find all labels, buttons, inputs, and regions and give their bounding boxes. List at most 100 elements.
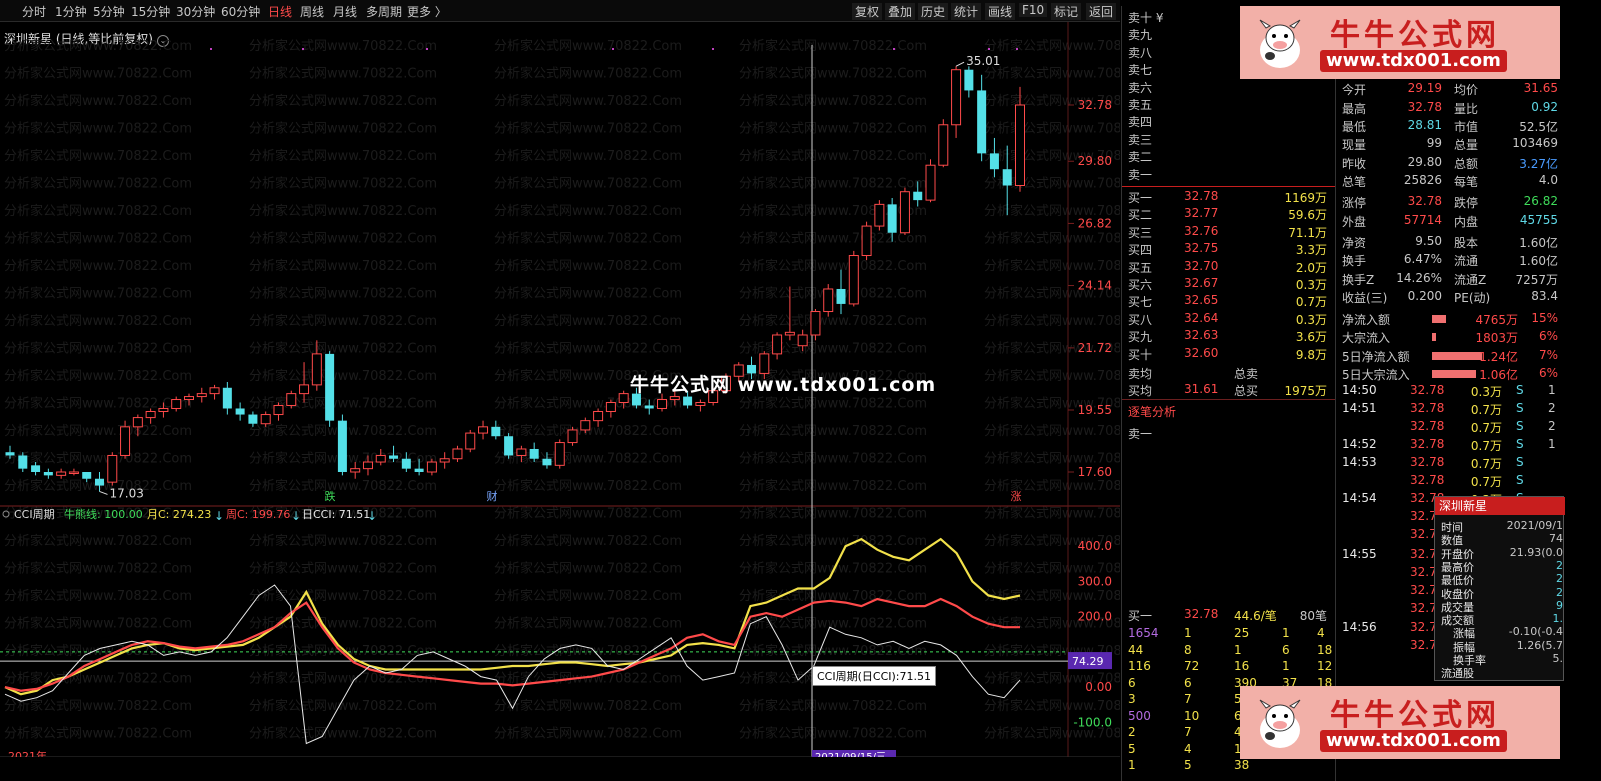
period-tab[interactable]: 周线 (300, 3, 324, 20)
avg-row[interactable]: 买均 31.61 总买 1975万 (1122, 381, 1335, 399)
candle-body (426, 461, 437, 473)
brand-banner-top: 牛牛公式网 www.tdx001.com (1240, 6, 1560, 79)
tick-sell-label: 卖一 (1128, 427, 1153, 441)
toolbar-button[interactable]: 复权 (852, 3, 883, 20)
watermark-text: 分析家公式网www.70822.Com (494, 176, 682, 192)
period-tab[interactable]: 5分钟 (93, 3, 125, 20)
buy-level-row[interactable]: 买七 32.65 0.7万 (1122, 292, 1335, 310)
toolbar-button[interactable]: 历史 (918, 3, 949, 20)
stats-label: 量比 (1454, 102, 1479, 116)
period-tab[interactable]: 60分钟 (221, 3, 260, 20)
stats-value: 32.78 (1407, 100, 1442, 114)
capital-flow-row: 大宗流入 1803万 6% (1336, 328, 1562, 346)
bid-summary-row[interactable]: 买一 32.78 44.6/笔 80笔 (1122, 606, 1335, 624)
candle-body (683, 396, 693, 406)
total-label: 总卖 (1234, 367, 1259, 381)
flow-pct: 6% (1538, 329, 1558, 344)
avg-label: 卖均 (1128, 367, 1153, 381)
stats-value: 9.50 (1415, 234, 1442, 248)
period-tab[interactable]: 日线 (268, 3, 292, 20)
buy-level-row[interactable]: 买一 32.78 1169万 (1122, 188, 1335, 206)
stats-row: 涨停 32.78 跌停 26.82 (1336, 193, 1562, 211)
period-tab[interactable]: 分时 (22, 3, 46, 20)
period-tab[interactable]: 15分钟 (131, 3, 170, 20)
buy-volume: 3.6万 (1295, 330, 1327, 345)
watermark-text: 分析家公式网www.70822.Com (4, 616, 192, 632)
bid-queue-row[interactable]: 116 72 16 1 12 (1122, 658, 1335, 676)
bid-queue-cell: 1 (1184, 626, 1192, 640)
candle-body (362, 461, 373, 470)
watermark-text: 分析家公式网www.70822.Com (4, 286, 192, 302)
buy-level-row[interactable]: 买九 32.63 3.6万 (1122, 327, 1335, 345)
toolbar-button[interactable]: F10 (1019, 3, 1048, 17)
stats-value: 32.78 (1407, 194, 1442, 208)
flow-pct: 6% (1538, 366, 1558, 381)
toolbar-button[interactable]: 统计 (951, 3, 982, 20)
tick-side: S (1516, 419, 1524, 433)
period-tab[interactable]: 多周期 (366, 3, 402, 20)
sell-level-row[interactable]: 卖四 (1122, 112, 1335, 130)
tick-price: 32.7 (1410, 620, 1437, 634)
buy-volume: 59.6万 (1288, 208, 1327, 223)
toolbar-button[interactable]: 画线 (985, 3, 1016, 20)
watermark-text: 分析家公式网www.70822.Com (249, 176, 437, 192)
tick-volume: 0.7万 (1470, 439, 1502, 453)
tick-price: 32.7 (1410, 509, 1437, 523)
sell-level-row[interactable]: 卖六 (1122, 78, 1335, 96)
kline-chart[interactable]: 分析家公式网www.70822.Com 分析家公式网www.70822.Com 分析… (0, 22, 1120, 757)
stats-label: 今开 (1342, 83, 1367, 97)
toolbar-button[interactable]: 叠加 (885, 3, 916, 20)
buy-level-row[interactable]: 买六 32.67 0.3万 (1122, 275, 1335, 293)
sell-level-row[interactable]: 卖五 (1122, 95, 1335, 113)
stats-row: 昨收 29.80 总额 3.27亿 (1336, 154, 1562, 172)
watermark-text: 分析家公式网www.70822.Com (249, 203, 437, 219)
sell-level-label: 卖八 (1128, 45, 1153, 60)
watermark-text: 分析家公式网www.70822.Com (739, 121, 927, 137)
toolbar-button[interactable]: 标记 (1051, 3, 1082, 20)
watermark-text: 分析家公式网www.70822.Com (249, 726, 437, 742)
stats-label: 每笔 (1454, 175, 1479, 189)
candle-body (593, 411, 604, 422)
period-tab[interactable]: 更多 〉 (407, 3, 447, 20)
tick-count: 2 (1548, 401, 1556, 415)
candle-body (248, 414, 258, 424)
watermark-text: 分析家公式网www.70822.Com (984, 231, 1120, 247)
candle-body (311, 353, 322, 386)
flow-bar (1432, 351, 1482, 360)
bid-queue-cell: 7 (1184, 725, 1192, 739)
avg-row[interactable]: 卖均 总卖 (1122, 364, 1335, 382)
bid-queue-cell: 25 (1234, 626, 1250, 640)
buy-level-row[interactable]: 买二 32.77 59.6万 (1122, 205, 1335, 223)
tick-sell-row[interactable]: 卖一 (1122, 424, 1335, 442)
bid-queue-row[interactable]: 44 8 1 6 18 (1122, 642, 1335, 660)
candle-body (989, 153, 999, 170)
toolbar-button[interactable]: 返回 (1086, 3, 1117, 20)
buy-level-row[interactable]: 买十 32.60 9.8万 (1122, 345, 1335, 363)
period-tab[interactable]: 30分钟 (176, 3, 215, 20)
bid-queue-cell: 5 (1128, 741, 1136, 756)
tick-analysis-title[interactable]: 逐笔分析 (1122, 402, 1335, 420)
brand-url: www.tdx001.com (1320, 730, 1507, 752)
candle-body (772, 334, 783, 355)
bid-queue-row[interactable]: 1654 1 25 1 4 (1122, 625, 1335, 643)
buy-level-row[interactable]: 买三 32.76 71.1万 (1122, 223, 1335, 241)
tick-volume: 0.3万 (1470, 385, 1502, 399)
buy-volume: 1169万 (1284, 191, 1327, 205)
buy-level-row[interactable]: 买四 32.75 3.3万 (1122, 240, 1335, 258)
candle-body (286, 393, 297, 406)
period-tab[interactable]: 月线 (333, 3, 357, 20)
sell-level-row[interactable]: 卖一 (1122, 165, 1335, 183)
tick-price: 32.78 (1410, 437, 1445, 451)
stats-label: 换手Z (1342, 273, 1375, 287)
buy-level-row[interactable]: 买八 32.64 0.3万 (1122, 310, 1335, 328)
buy-level-row[interactable]: 买五 32.70 2.0万 (1122, 258, 1335, 276)
period-tab[interactable]: 1分钟 (55, 3, 87, 20)
watermark-text: 分析家公式网www.70822.Com (4, 148, 192, 164)
bid-queue-cell: 38 (1234, 758, 1250, 772)
indicator-legend-item: 月C: 274.23 (147, 508, 211, 521)
bid-queue-row[interactable]: 1 5 38 (1122, 757, 1335, 775)
watermark-text: 分析家公式网www.70822.Com (249, 231, 437, 247)
sell-level-row[interactable]: 卖三 (1122, 130, 1335, 148)
watermark-text: 分析家公式网www.70822.Com (984, 313, 1120, 329)
sell-level-row[interactable]: 卖二 (1122, 147, 1335, 165)
